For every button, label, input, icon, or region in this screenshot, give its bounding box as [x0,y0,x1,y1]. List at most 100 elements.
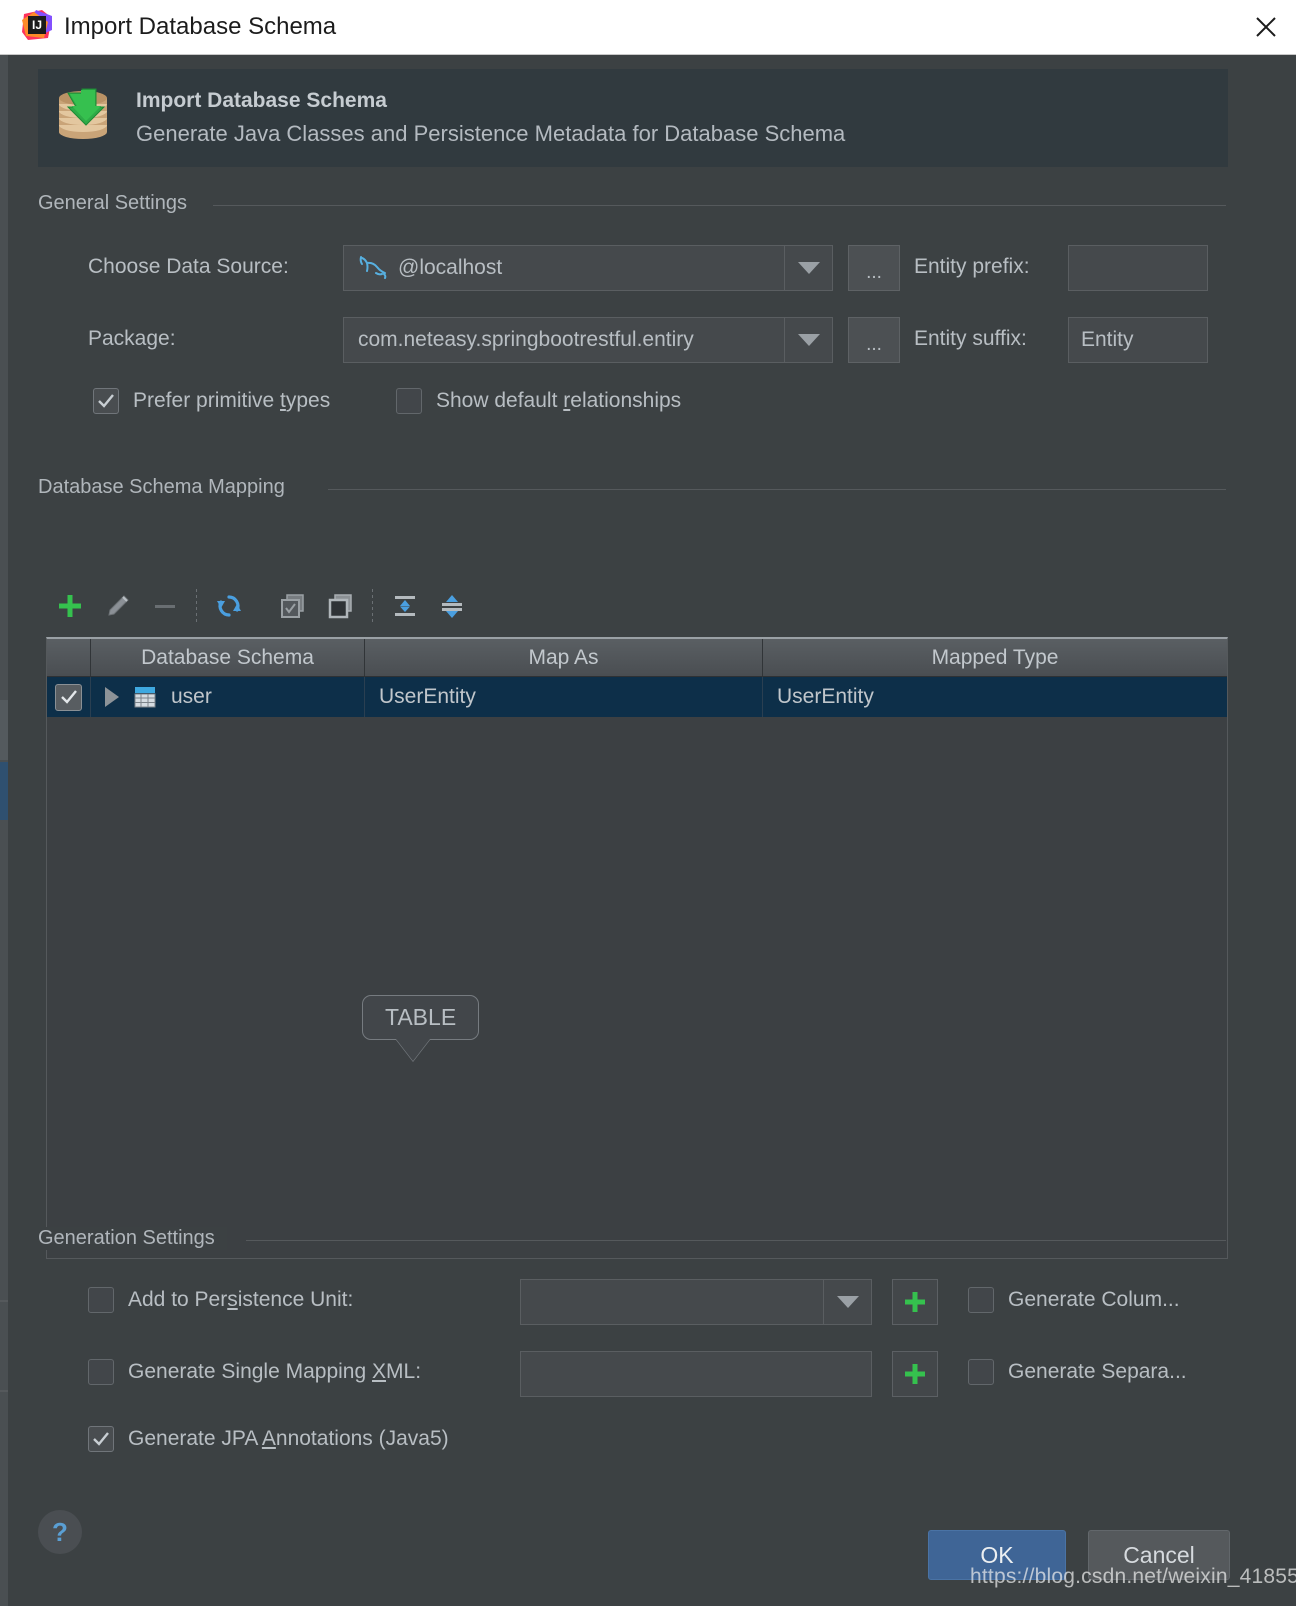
collapse-all-button[interactable] [429,580,476,632]
persistence-unit-dropdown-arrow[interactable] [823,1280,871,1324]
show-default-relationships-checkbox[interactable]: Show default relationships [396,388,681,414]
database-import-icon [52,85,114,152]
add-persistence-unit-button[interactable] [892,1279,938,1325]
column-header-database-schema[interactable]: Database Schema [91,639,365,676]
row-map-as-cell[interactable]: UserEntity [365,677,763,717]
column-header-map-as[interactable]: Map As [365,639,763,676]
refresh-button[interactable] [205,580,252,632]
checkbox-box [88,1426,114,1452]
window-titlebar: IJ Import Database Schema [0,0,1296,55]
entity-suffix-label: Entity suffix: [914,327,1027,350]
data-source-value: @localhost [398,256,503,279]
checkbox-box [968,1287,994,1313]
row-schema-label: user [171,685,212,708]
collapse-all-icon [442,595,463,618]
add-mapping-xml-button[interactable] [892,1351,938,1397]
check-icon [93,1432,109,1446]
intellij-idea-icon: IJ [22,9,52,45]
package-combo[interactable]: com.neteasy.springbootrestful.entiry [343,317,833,363]
deselect-all-icon [328,594,352,619]
svg-text:IJ: IJ [32,18,42,32]
toolbar-separator [196,589,198,623]
generation-settings-group-title: Generation Settings [38,1227,227,1250]
chevron-down-icon [836,1296,859,1308]
bg-stripe-5 [0,1390,8,1392]
edit-button[interactable] [93,580,140,632]
expand-all-button[interactable] [381,580,428,632]
chevron-down-icon [797,334,820,346]
bg-stripe-4 [0,1300,8,1302]
data-source-combo[interactable]: @localhost [343,245,833,291]
banner-title: Import Database Schema [136,89,387,112]
table-body: user UserEntity UserEntity TABLE [47,677,1227,1061]
entity-prefix-input[interactable] [1068,245,1208,291]
minus-icon [154,605,175,608]
help-button[interactable]: ? [38,1510,82,1554]
tooltip-label: TABLE [362,995,480,1040]
checkbox-box [968,1359,994,1385]
close-button[interactable] [1236,0,1296,54]
add-to-persistence-unit-label: Add to Persistence Unit: [128,1288,354,1311]
single-mapping-xml-input[interactable] [520,1351,872,1397]
select-all-button[interactable] [269,580,316,632]
table-type-tooltip: TABLE [362,995,480,1061]
ok-button[interactable]: OK [928,1530,1066,1580]
package-value: com.neteasy.springbootrestful.entiry [358,328,694,351]
data-source-browse-button[interactable]: ... [848,245,900,291]
persistence-unit-combo[interactable] [520,1279,872,1325]
data-source-dropdown-arrow[interactable] [784,246,832,290]
add-button[interactable] [46,580,93,632]
check-icon [60,690,77,704]
bg-stripe-2 [0,700,8,760]
add-to-persistence-unit-checkbox[interactable]: Add to Persistence Unit: [88,1287,353,1313]
generate-jpa-annotations-checkbox[interactable]: Generate JPA Annotations (Java5) [88,1426,449,1452]
pencil-icon [108,595,129,616]
row-schema-cell[interactable]: user [91,677,365,717]
table-row[interactable]: user UserEntity UserEntity [47,677,1227,717]
chevron-down-icon [797,262,820,274]
generate-single-mapping-xml-checkbox[interactable]: Generate Single Mapping XML: [88,1359,421,1385]
tooltip-pointer [396,1039,430,1061]
schema-mapping-group-title: Database Schema Mapping [38,476,297,499]
check-icon [98,394,114,408]
expand-all-icon [394,596,415,616]
generate-separate-label: Generate Separa... [1008,1360,1187,1383]
prefer-primitive-types-checkbox[interactable]: Prefer primitive types [93,388,330,414]
table-icon [133,685,157,709]
row-checkbox[interactable] [55,683,82,711]
select-all-icon [281,594,304,618]
column-header-checkbox[interactable] [47,639,91,676]
schema-mapping-toolbar [46,580,476,632]
generate-column-checkbox[interactable]: Generate Colum... [968,1287,1180,1313]
package-dropdown-arrow[interactable] [784,318,832,362]
titlebar-left-group: IJ Import Database Schema [0,9,336,45]
mysql-dolphin-icon [344,254,390,282]
close-icon [1256,17,1276,37]
checkbox-box [396,388,422,414]
banner-text-group: Import Database Schema Generate Java Cla… [136,89,845,147]
package-browse-button[interactable]: ... [848,317,900,363]
triangle-right-icon[interactable] [105,687,119,707]
prefer-primitive-types-label: Prefer primitive types [133,389,331,412]
toolbar-separator [372,589,374,623]
table-header-row: Database Schema Map As Mapped Type [47,639,1227,677]
generate-separate-checkbox[interactable]: Generate Separa... [968,1359,1187,1385]
row-checkbox-cell[interactable] [47,677,91,717]
refresh-icon [216,595,241,617]
remove-button[interactable] [141,580,188,632]
cancel-button[interactable]: Cancel [1088,1530,1230,1580]
schema-mapping-divider [328,489,1226,490]
schema-mapping-table: Database Schema Map As Mapped Type user … [46,637,1228,1259]
bg-stripe-3 [0,762,8,820]
banner-subtitle: Generate Java Classes and Persistence Me… [136,121,846,146]
plus-icon [58,595,81,617]
entity-suffix-input[interactable]: Entity [1068,317,1208,363]
bg-stripe-1 [0,55,8,1606]
column-header-mapped-type[interactable]: Mapped Type [763,639,1227,676]
show-default-relationships-label: Show default relationships [436,389,682,412]
data-source-label: Choose Data Source: [88,255,289,278]
generate-column-label: Generate Colum... [1008,1288,1180,1311]
deselect-all-button[interactable] [317,580,364,632]
checkbox-box [88,1287,114,1313]
row-mapped-type-cell[interactable]: UserEntity [763,677,1227,717]
